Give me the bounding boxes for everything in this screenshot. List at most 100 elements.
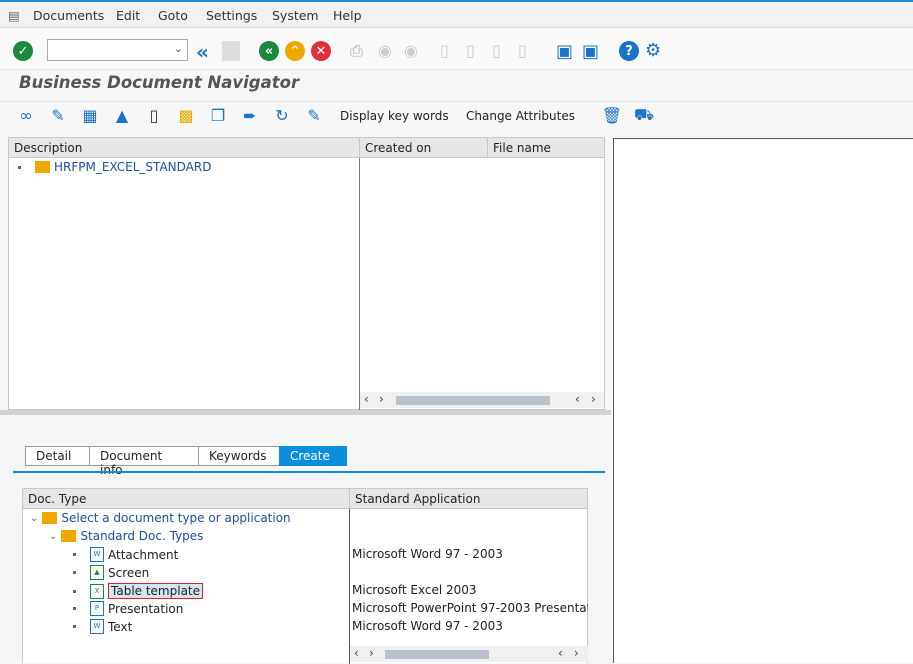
export-icon[interactable]: ➨ xyxy=(240,105,260,125)
edit-pencil-icon[interactable]: ✎ xyxy=(48,105,68,125)
tree-item-label[interactable]: Screen xyxy=(108,566,149,580)
column-header-standard-application[interactable]: Standard Application xyxy=(349,489,587,509)
find-icon[interactable]: ◉ xyxy=(378,41,392,60)
system-menu-icon[interactable]: ▤ xyxy=(8,8,20,23)
tree-item-attachment[interactable]: W Attachment xyxy=(73,547,178,562)
display-key-words-button[interactable]: Display key words xyxy=(340,109,449,123)
change-attributes-button[interactable]: Change Attributes xyxy=(466,109,575,123)
scroll-left-icon[interactable]: ‹ xyxy=(354,646,359,660)
column-header-description[interactable]: Description xyxy=(9,138,359,158)
document-viewer-pane xyxy=(613,138,913,663)
tree-group-label[interactable]: Standard Doc. Types xyxy=(80,529,203,543)
scroll-left-icon[interactable]: ‹ xyxy=(364,392,369,406)
bullet-icon xyxy=(73,589,76,593)
menu-edit[interactable]: Edit xyxy=(116,8,140,23)
column-header-doc-type[interactable]: Doc. Type xyxy=(23,489,349,509)
column-header-file-name[interactable]: File name xyxy=(487,138,604,158)
tree-root-label[interactable]: Select a document type or application xyxy=(61,511,290,525)
tree-item-presentation[interactable]: P Presentation xyxy=(73,601,183,616)
first-page-icon[interactable]: ▯ xyxy=(440,41,449,60)
print-icon[interactable]: ⎙ xyxy=(350,41,363,61)
tree-item-screen[interactable]: ▲ Screen xyxy=(73,565,149,580)
tab-document-info[interactable]: Document info xyxy=(89,446,199,477)
package-icon[interactable]: ▩ xyxy=(176,105,196,125)
new-document-icon[interactable]: ▯ xyxy=(144,105,164,125)
app-cell: Microsoft Excel 2003 xyxy=(352,583,477,597)
command-field[interactable]: ⌄ xyxy=(47,39,188,61)
last-page-icon[interactable]: ▯ xyxy=(518,41,527,60)
scroll-right-icon[interactable]: › xyxy=(379,392,384,406)
app-cell: Microsoft Word 97 - 2003 xyxy=(352,619,503,633)
scroll-right-end-icon[interactable]: › xyxy=(591,392,596,406)
folder-icon xyxy=(42,512,58,524)
bullet-icon xyxy=(73,625,76,628)
save-icon[interactable] xyxy=(222,41,240,61)
create-session-icon[interactable]: ▣ xyxy=(556,41,573,62)
enter-check-icon[interactable]: ✓ xyxy=(13,41,33,61)
copy-icon[interactable]: ❐ xyxy=(208,105,228,125)
create-doc-type-tree: Doc. Type Standard Application ⌄ Select … xyxy=(22,488,588,664)
transport-truck-icon[interactable]: ⛟ xyxy=(634,105,654,125)
bullet-icon xyxy=(73,553,76,556)
attributes-icon[interactable]: ✎ xyxy=(304,105,324,125)
folder-open-icon xyxy=(61,530,77,542)
tree-item-label-selected[interactable]: Table template xyxy=(108,583,204,599)
screen-icon: ▲ xyxy=(90,565,104,580)
tab-keywords[interactable]: Keywords xyxy=(198,446,280,466)
tree-item-label[interactable]: Attachment xyxy=(108,548,178,562)
tree-root[interactable]: ⌄ Select a document type or application xyxy=(30,511,291,525)
tab-detail[interactable]: Detail xyxy=(25,446,90,466)
tree-item-label[interactable]: Text xyxy=(108,620,132,634)
pane-splitter[interactable] xyxy=(0,410,611,415)
menu-documents[interactable]: Documents xyxy=(33,8,104,23)
word-icon: W xyxy=(90,619,104,634)
refresh-icon[interactable]: ↻ xyxy=(272,105,292,125)
cancel-icon[interactable]: ✕ xyxy=(311,41,331,61)
menu-settings[interactable]: Settings xyxy=(206,8,257,23)
bullet-icon xyxy=(73,571,76,574)
tree-item-label[interactable]: HRFPM_EXCEL_STANDARD xyxy=(54,160,211,174)
column-divider xyxy=(359,158,360,410)
horizontal-scrollbar[interactable]: ‹ › ‹ › xyxy=(350,646,588,662)
tree-group[interactable]: ⌄ Standard Doc. Types xyxy=(49,529,203,543)
word-icon: W xyxy=(90,547,104,562)
chevron-down-icon[interactable]: ⌄ xyxy=(174,42,183,55)
display-glasses-icon[interactable]: ∞ xyxy=(16,105,36,125)
scroll-left-end-icon[interactable]: ‹ xyxy=(558,646,563,660)
powerpoint-icon: P xyxy=(90,601,104,616)
previous-page-icon[interactable]: ▯ xyxy=(466,41,475,60)
exit-icon[interactable]: ⌃ xyxy=(285,41,305,61)
folder-icon xyxy=(35,161,50,173)
next-page-icon[interactable]: ▯ xyxy=(492,41,501,60)
shortcut-icon[interactable]: ▣ xyxy=(582,41,599,62)
tab-create[interactable]: Create xyxy=(279,446,347,466)
find-next-icon[interactable]: ◉ xyxy=(404,41,418,60)
bullet-icon xyxy=(18,165,21,169)
horizontal-scrollbar[interactable]: ‹ › ‹ › xyxy=(360,392,604,408)
menu-bar: ▤ Documents Edit Goto Settings System He… xyxy=(0,2,913,28)
menu-system[interactable]: System xyxy=(272,8,319,23)
excel-icon: X xyxy=(90,583,104,599)
menu-goto[interactable]: Goto xyxy=(158,8,188,23)
scroll-left-end-icon[interactable]: ‹ xyxy=(575,392,580,406)
link-object-icon[interactable]: ▦ xyxy=(80,105,100,125)
back-icon[interactable]: « xyxy=(259,41,279,61)
tree-item-text[interactable]: W Text xyxy=(73,619,132,634)
chevron-down-icon[interactable]: ⌄ xyxy=(49,531,57,542)
scrollbar-thumb[interactable] xyxy=(385,650,489,659)
scroll-right-icon[interactable]: › xyxy=(369,646,374,660)
tree-item-table-template[interactable]: X Table template xyxy=(73,583,204,599)
tree-item-label[interactable]: Presentation xyxy=(108,602,183,616)
menu-help[interactable]: Help xyxy=(333,8,362,23)
scrollbar-thumb[interactable] xyxy=(396,396,550,405)
scroll-right-end-icon[interactable]: › xyxy=(574,646,579,660)
chevron-down-icon[interactable]: ⌄ xyxy=(30,513,38,524)
image-icon[interactable]: ▲ xyxy=(112,105,132,125)
back-double-chevron-icon[interactable]: « xyxy=(196,40,209,64)
trash-icon[interactable]: 🗑 xyxy=(602,105,622,125)
tree-item[interactable]: HRFPM_EXCEL_STANDARD xyxy=(18,160,211,174)
gear-icon[interactable]: ⚙ xyxy=(645,40,661,61)
help-icon[interactable]: ? xyxy=(619,41,639,61)
bullet-icon xyxy=(73,607,76,610)
column-header-created-on[interactable]: Created on xyxy=(359,138,487,158)
